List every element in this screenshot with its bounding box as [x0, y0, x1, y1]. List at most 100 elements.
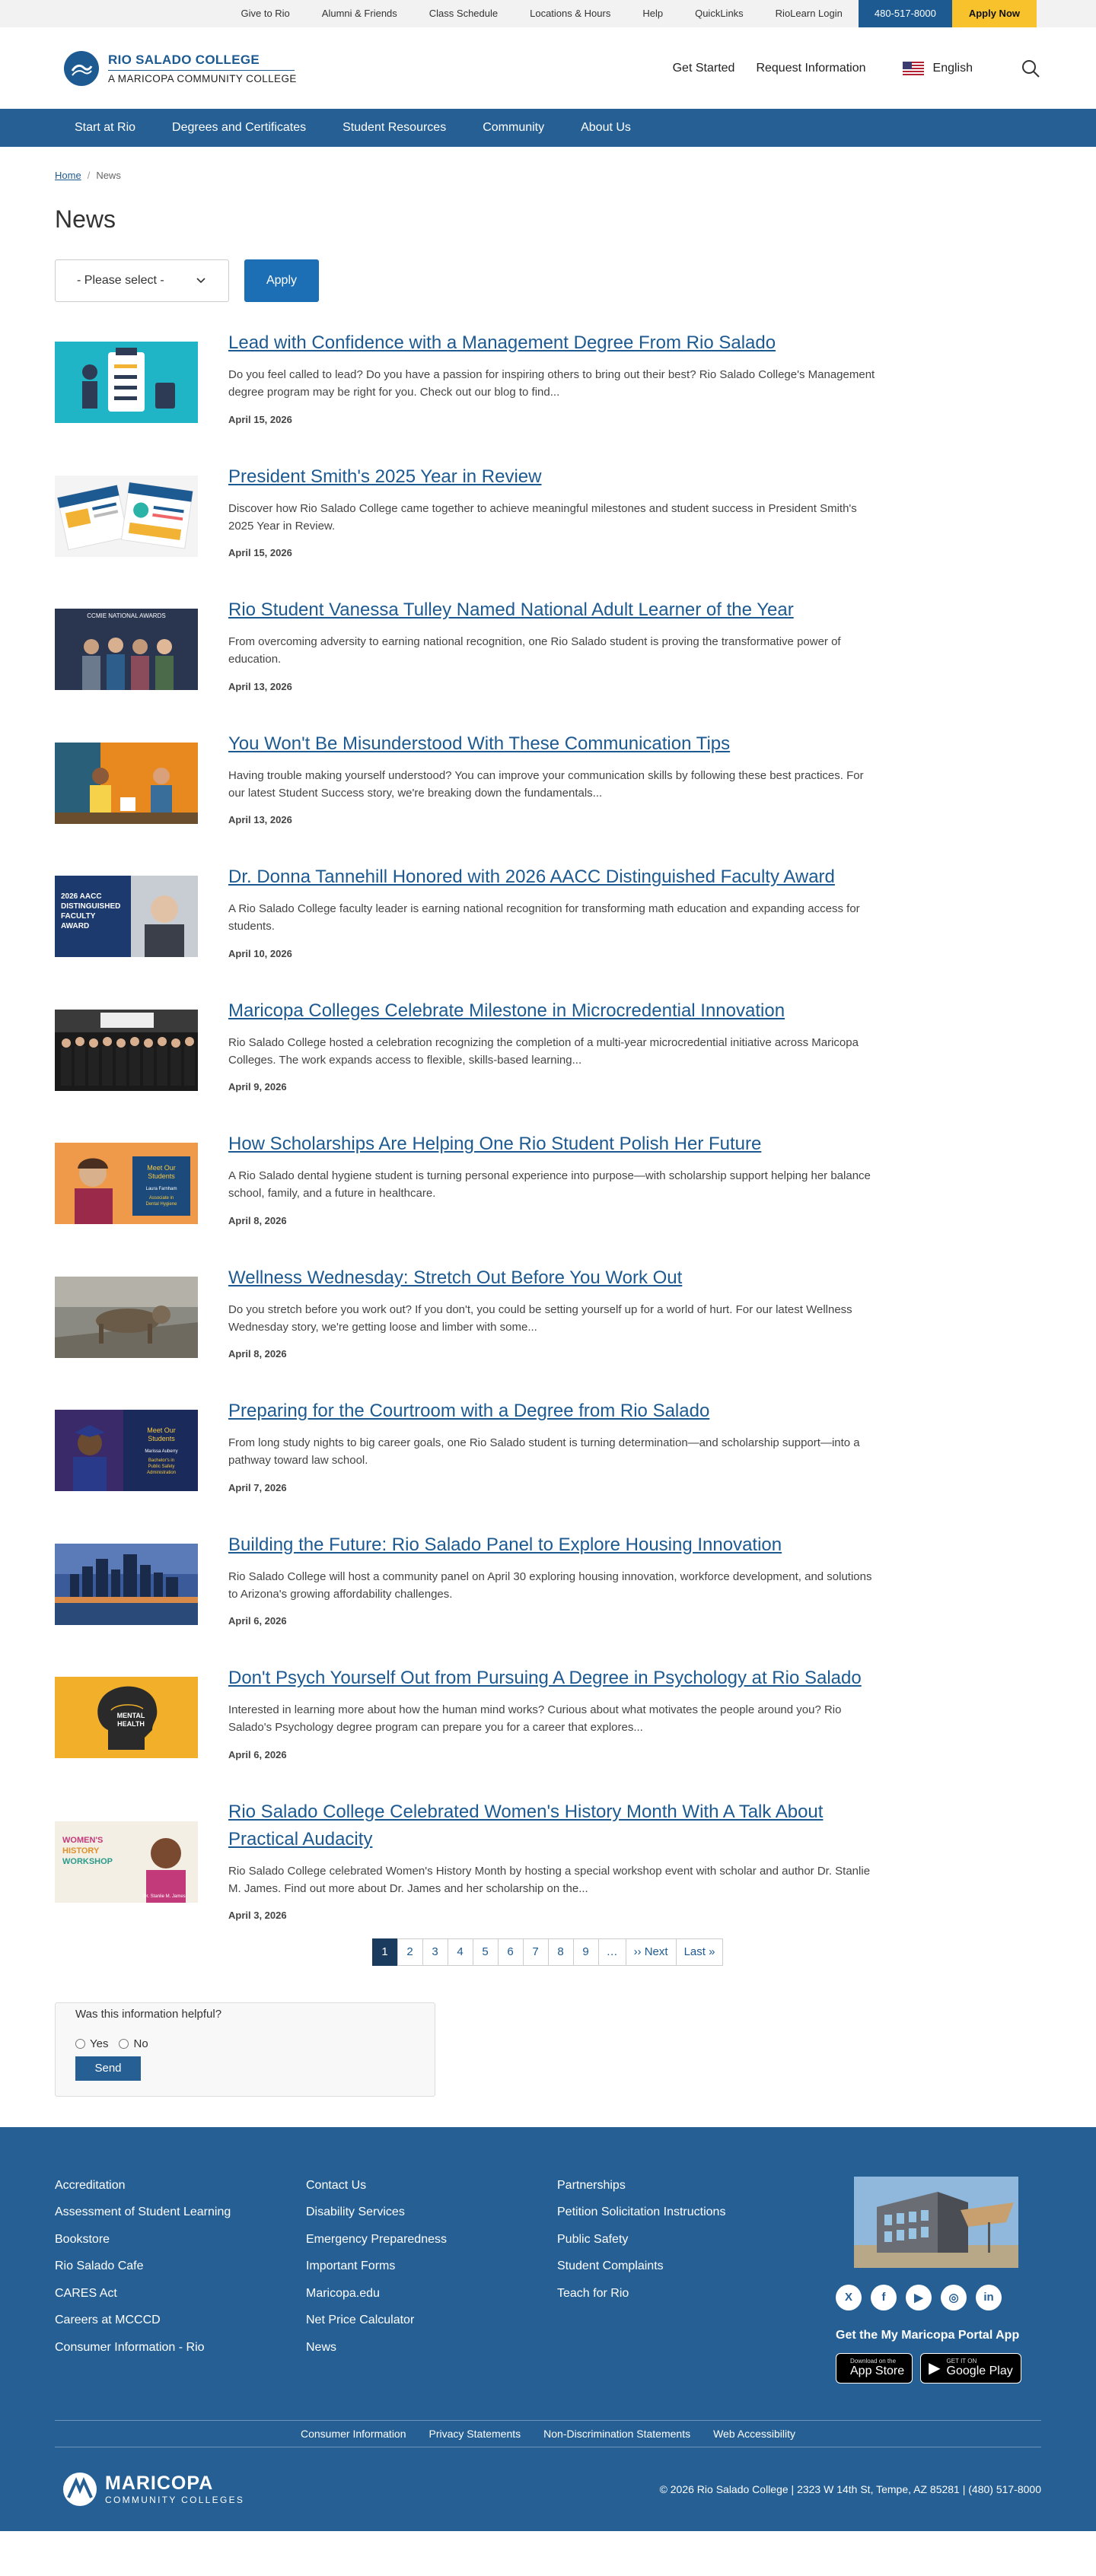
news-thumbnail-housing[interactable] — [55, 1543, 198, 1625]
news-thumbnail-womens-history[interactable]: WOMEN'S HISTORY WORKSHOP Dr. Stanlie M. Jam… — [55, 1821, 198, 1903]
instagram-icon[interactable]: ◎ — [941, 2284, 967, 2310]
thumb-meet2-program1: Bachelor's in — [148, 1458, 174, 1463]
maricopa-logo[interactable]: MARICOPA COMMUNITY COLLEGES — [62, 2472, 244, 2507]
footer-link-careers[interactable]: Careers at MCCCD — [55, 2311, 306, 2330]
news-thumbnail-aacc-award[interactable]: 2026 AACC DISTINGUISHED FACULTY AWARD — [55, 876, 198, 957]
page-link-7[interactable]: 7 — [522, 1938, 549, 1966]
feedback-send-button[interactable]: Send — [75, 2056, 141, 2081]
search-icon[interactable] — [1020, 58, 1041, 79]
get-started-link[interactable]: Get Started — [673, 62, 735, 75]
linkedin-icon[interactable]: in — [976, 2284, 1002, 2310]
utility-link-locations[interactable]: Locations & Hours — [514, 0, 626, 27]
footer-link-public-safety[interactable]: Public Safety — [557, 2231, 808, 2249]
news-thumbnail-scholarships[interactable]: Meet Our Students Laura Farnham Associate i… — [55, 1143, 198, 1224]
x-twitter-icon[interactable]: X — [836, 2284, 862, 2310]
nav-start-at-rio[interactable]: Start at Rio — [56, 109, 154, 147]
request-information-link[interactable]: Request Information — [756, 62, 865, 75]
news-thumbnail-courtroom[interactable]: Meet Our Students Marissa Auberry Bachelor'… — [55, 1410, 198, 1491]
feedback-form: Was this information helpful? Yes No Sen… — [55, 2002, 435, 2097]
category-select[interactable]: - Please select - — [55, 259, 229, 302]
news-title-link[interactable]: How Scholarships Are Helping One Rio Stu… — [228, 1131, 883, 1158]
phone-link[interactable]: 480-517-8000 — [858, 0, 952, 27]
utility-link-help[interactable]: Help — [626, 0, 679, 27]
footer-link-petition[interactable]: Petition Solicitation Instructions — [557, 2203, 808, 2221]
page-link-8[interactable]: 8 — [547, 1938, 574, 1966]
last-page-link[interactable]: Last » — [675, 1938, 724, 1966]
footer-link-bookstore[interactable]: Bookstore — [55, 2231, 306, 2249]
page-link-2[interactable]: 2 — [397, 1938, 423, 1966]
footer-link-forms[interactable]: Important Forms — [306, 2257, 557, 2275]
no-radio[interactable] — [119, 2038, 129, 2049]
news-title-link[interactable]: Lead with Confidence with a Management D… — [228, 329, 883, 357]
footer-link-emergency[interactable]: Emergency Preparedness — [306, 2231, 557, 2249]
thumb-aacc-line3: FACULTY — [61, 912, 96, 921]
footer-non-discrimination-link[interactable]: Non-Discrimination Statements — [532, 2428, 702, 2440]
utility-link-alumni[interactable]: Alumni & Friends — [306, 0, 413, 27]
footer-link-contact[interactable]: Contact Us — [306, 2177, 557, 2195]
news-title-link[interactable]: President Smith's 2025 Year in Review — [228, 463, 883, 491]
footer-link-cafe[interactable]: Rio Salado Cafe — [55, 2257, 306, 2275]
feedback-yes-option[interactable]: Yes — [75, 2037, 108, 2050]
next-page-link[interactable]: ›› Next — [625, 1938, 677, 1966]
footer-link-assessment[interactable]: Assessment of Student Learning — [55, 2203, 306, 2221]
news-summary: Having trouble making yourself understoo… — [228, 768, 864, 800]
nav-student-resources[interactable]: Student Resources — [324, 109, 464, 147]
language-selector[interactable]: English — [902, 61, 973, 75]
facebook-icon[interactable]: f — [871, 2284, 897, 2310]
rio-salado-logo[interactable]: RIO SALADO COLLEGE A MARICOPA COMMUNITY … — [64, 50, 297, 86]
news-title-link[interactable]: Rio Salado College Celebrated Women's Hi… — [228, 1798, 883, 1853]
footer-link-accreditation[interactable]: Accreditation — [55, 2177, 306, 2195]
footer-link-teach[interactable]: Teach for Rio — [557, 2285, 808, 2303]
nav-degrees-and-certificates[interactable]: Degrees and Certificates — [154, 109, 324, 147]
footer-link-news[interactable]: News — [306, 2339, 557, 2357]
footer-link-consumer-info-rio[interactable]: Consumer Information - Rio — [55, 2339, 306, 2357]
news-title-link[interactable]: Wellness Wednesday: Stretch Out Before Y… — [228, 1264, 883, 1292]
nav-about-us[interactable]: About Us — [562, 109, 649, 147]
news-item: MENTAL HEALTH Don't Psych Yourself Out fr… — [55, 1648, 1041, 1782]
news-title-link[interactable]: Rio Student Vanessa Tulley Named Nationa… — [228, 596, 883, 624]
footer-link-cares-act[interactable]: CARES Act — [55, 2285, 306, 2303]
news-title-link[interactable]: Building the Future: Rio Salado Panel to… — [228, 1531, 883, 1559]
feedback-no-option[interactable]: No — [119, 2037, 148, 2050]
utility-link-quicklinks[interactable]: QuickLinks — [679, 0, 760, 27]
apply-now-button[interactable]: Apply Now — [951, 0, 1037, 27]
yes-radio[interactable] — [75, 2038, 85, 2049]
news-thumbnail-microcredential[interactable] — [55, 1009, 198, 1091]
footer-link-maricopa[interactable]: Maricopa.edu — [306, 2285, 557, 2303]
footer-accessibility-link[interactable]: Web Accessibility — [702, 2428, 807, 2440]
utility-link-riolearn[interactable]: RioLearn Login — [760, 0, 859, 27]
news-title-link[interactable]: Preparing for the Courtroom with a Degre… — [228, 1398, 883, 1425]
news-thumbnail-communication[interactable] — [55, 742, 198, 824]
page-link-4[interactable]: 4 — [447, 1938, 473, 1966]
footer-privacy-link[interactable]: Privacy Statements — [418, 2428, 533, 2440]
page-link-3[interactable]: 3 — [422, 1938, 448, 1966]
footer-link-disability[interactable]: Disability Services — [306, 2203, 557, 2221]
utility-link-give[interactable]: Give to Rio — [225, 0, 305, 27]
utility-link-class-schedule[interactable]: Class Schedule — [413, 0, 514, 27]
page-link-9[interactable]: 9 — [572, 1938, 599, 1966]
youtube-icon[interactable]: ▶ — [906, 2284, 932, 2310]
footer-link-complaints[interactable]: Student Complaints — [557, 2257, 808, 2275]
news-item: 2026 AACC DISTINGUISHED FACULTY AWARD Dr. D… — [55, 847, 1041, 981]
news-thumbnail-stretch[interactable] — [55, 1276, 198, 1358]
news-thumbnail-psychology[interactable]: MENTAL HEALTH — [55, 1677, 198, 1758]
page-link-5[interactable]: 5 — [472, 1938, 499, 1966]
breadcrumb-home-link[interactable]: Home — [55, 170, 81, 181]
news-title-link[interactable]: You Won't Be Misunderstood With These Co… — [228, 730, 883, 758]
footer-consumer-information-link[interactable]: Consumer Information — [289, 2428, 418, 2440]
page-link-1[interactable]: 1 — [371, 1938, 398, 1966]
news-title-link[interactable]: Maricopa Colleges Celebrate Milestone in… — [228, 997, 883, 1025]
page-link-6[interactable]: 6 — [497, 1938, 524, 1966]
footer-link-partnerships[interactable]: Partnerships — [557, 2177, 808, 2195]
news-title-link[interactable]: Dr. Donna Tannehill Honored with 2026 AA… — [228, 863, 883, 891]
news-thumbnail-management[interactable] — [55, 342, 198, 423]
app-store-badge[interactable]: Download on the App Store — [836, 2352, 913, 2384]
category-select-value: - Please select - — [77, 274, 164, 287]
news-title-link[interactable]: Don't Psych Yourself Out from Pursuing A… — [228, 1665, 883, 1692]
news-thumbnail-year-in-review[interactable] — [55, 475, 198, 557]
google-play-badge[interactable]: ▶ GET IT ON Google Play — [920, 2352, 1021, 2384]
apply-filter-button[interactable]: Apply — [244, 259, 319, 302]
nav-community[interactable]: Community — [464, 109, 562, 147]
footer-link-net-price[interactable]: Net Price Calculator — [306, 2311, 557, 2330]
news-thumbnail-national-awards[interactable]: CCMIE NATIONAL AWARDS — [55, 609, 198, 690]
